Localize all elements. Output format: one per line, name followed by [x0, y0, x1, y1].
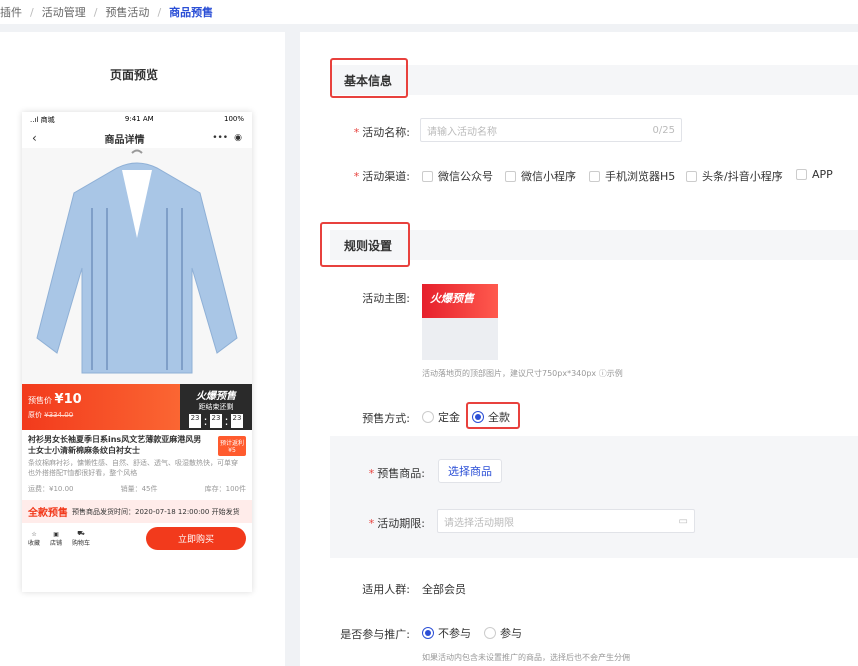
- breadcrumb-current: 商品预售: [169, 6, 214, 19]
- period-placeholder: 请选择活动期限: [444, 517, 514, 529]
- rebate-tag: 预计返利 ¥5: [217, 436, 246, 456]
- image-example-link[interactable]: 示例: [607, 369, 623, 378]
- breadcrumb: 插件 / 活动管理 / 预售活动 / 商品预售: [0, 0, 858, 24]
- product-info: 衬衫男女长袖夏季日系ins风文艺薄款亚麻港风男士女士小清新棉麻条纹白衬女士 条纹…: [22, 430, 252, 482]
- close-target-icon: ◉: [234, 133, 242, 143]
- breadcrumb-item[interactable]: 预售活动: [105, 4, 149, 20]
- rebate-label: 预计返利: [219, 440, 244, 447]
- bottom-bar: ☆ 收藏 ▣ 店铺 ⛟ 购物车 立即购买: [22, 523, 252, 554]
- period-date-picker[interactable]: 请选择活动期限 ▭: [437, 509, 695, 533]
- star-icon: ☆: [31, 530, 37, 538]
- promo-no-radio[interactable]: 不参与: [422, 625, 471, 641]
- channel-h5[interactable]: 手机浏览器H5: [589, 168, 675, 184]
- store-icon: ▣: [53, 530, 59, 538]
- nav-title: 商品详情: [104, 134, 145, 146]
- shipping: 运费：¥10.00: [28, 485, 74, 493]
- favorite-label: 收藏: [28, 539, 41, 547]
- image-banner: 火爆预售: [422, 284, 498, 318]
- countdown-seconds: 23: [230, 414, 244, 428]
- battery: 100%: [223, 115, 244, 123]
- buy-now-button[interactable]: 立即购买: [145, 527, 246, 550]
- rebate-value: ¥5: [228, 447, 236, 454]
- goods-label: * 预售商品:: [368, 467, 425, 480]
- audience-label: 适用人群:: [362, 583, 410, 596]
- store-label: 店铺: [50, 539, 63, 547]
- cart-label: 购物车: [72, 540, 91, 547]
- product-name: 衬衫男女长袖夏季日系ins风文艺薄款亚麻港风男士女士小清新棉麻条纹白衬女士: [28, 435, 202, 455]
- shirt-image: [36, 149, 238, 374]
- image-hint: 活动落地页的顶部图片，建议尺寸750px*340px ⓘ示例: [422, 369, 623, 378]
- channel-wechat-mp[interactable]: 微信公众号: [422, 168, 493, 184]
- period-label: * 活动期限:: [368, 517, 425, 530]
- product-image: [22, 148, 252, 384]
- orig-price: ¥334.00: [44, 411, 74, 419]
- hot-presale-badge: 火爆预售 距结束还剩 23: 23: 23: [180, 384, 252, 430]
- capsule-menu: ••• ◉: [212, 133, 242, 143]
- sales: 销量：45件: [120, 485, 158, 493]
- carrier: ..ıl 商城: [30, 116, 55, 124]
- breadcrumb-item[interactable]: 活动管理: [42, 4, 86, 20]
- presale-price: ¥10: [54, 392, 82, 407]
- name-placeholder: 请输入活动名称: [427, 126, 497, 138]
- breadcrumb-item[interactable]: 插件: [0, 4, 22, 20]
- status-bar: ..ıl 商城 9:41 AM 100%: [22, 112, 252, 128]
- orig-price-label: 原价: [28, 411, 42, 419]
- promo-yes-radio[interactable]: 参与: [484, 625, 522, 641]
- mode-label: 预售方式:: [362, 412, 410, 425]
- product-stats: 运费：¥10.00 销量：45件 库存：100件: [22, 482, 252, 496]
- basic-section-header: 基本信息: [330, 65, 858, 95]
- audience-value: 全部会员: [422, 583, 466, 596]
- highlight-box: [330, 58, 408, 98]
- promo-label: 是否参与推广:: [340, 628, 410, 641]
- preview-title: 页面预览: [110, 68, 159, 82]
- select-goods-button[interactable]: 选择商品: [438, 459, 502, 483]
- price-bar: 预售价 ¥10 原价 ¥334.00 火爆预售 距结束还剩 23: 23: 23: [22, 384, 252, 430]
- channel-app[interactable]: APP: [796, 168, 833, 181]
- presale-badge: 全款预售: [28, 508, 68, 519]
- badge-sub: 距结束还剩: [198, 403, 234, 411]
- highlight-box: [320, 222, 410, 267]
- stock: 库存：100件: [204, 485, 246, 493]
- help-icon: ⓘ: [598, 369, 607, 378]
- promo-hint: 如果活动内包含未设置推广的商品，选择后也不会产生分佣: [422, 653, 630, 662]
- badge-title: 火爆预售: [196, 391, 236, 402]
- more-icon: •••: [212, 133, 229, 143]
- mode-deposit-radio[interactable]: 定金: [422, 409, 460, 425]
- highlight-box: [466, 402, 520, 429]
- presale-ship-time: 预售商品发货时间：2020-07-18 12:00:00 开始发货: [72, 507, 240, 516]
- product-desc: 条纹棉麻衬衫，慵懒性感、自然、舒适、透气、吸湿散热快，可单穿也外搭搭配T恤都很好…: [28, 459, 238, 477]
- cart-button[interactable]: ⛟ 购物车: [72, 530, 90, 547]
- favorite-button[interactable]: ☆ 收藏: [28, 531, 40, 547]
- activity-name-input[interactable]: 请输入活动名称 0/25: [420, 118, 682, 142]
- countdown-hours: 23: [188, 414, 202, 428]
- phone-preview: ..ıl 商城 9:41 AM 100% ‹ 商品详情 ••• ◉ 预售价 ¥10…: [22, 112, 252, 592]
- store-button[interactable]: ▣ 店铺: [50, 531, 62, 547]
- channel-label: * 活动渠道:: [353, 170, 410, 183]
- image-label: 活动主图:: [362, 292, 410, 305]
- name-char-count: 0/25: [652, 124, 675, 136]
- preview-panel: 页面预览 ..ıl 商城 9:41 AM 100% ‹ 商品详情 ••• ◉ 预…: [0, 32, 285, 666]
- phone-navbar: ‹ 商品详情 ••• ◉: [22, 128, 252, 148]
- clock: 9:41 AM: [124, 115, 154, 123]
- channel-wechat-miniapp[interactable]: 微信小程序: [505, 168, 576, 184]
- cart-icon: ⛟: [77, 530, 85, 537]
- calendar-icon: ▭: [678, 515, 688, 527]
- countdown-minutes: 23: [209, 414, 223, 428]
- presale-strip: 全款预售 预售商品发货时间：2020-07-18 12:00:00 开始发货: [22, 500, 252, 523]
- back-icon: ‹: [32, 131, 37, 145]
- countdown: 23: 23: 23: [188, 414, 244, 428]
- name-label: * 活动名称:: [353, 126, 410, 139]
- main-image-upload[interactable]: 火爆预售: [422, 284, 498, 360]
- presale-price-label: 预售价: [28, 396, 52, 405]
- goods-config-panel: [330, 436, 858, 558]
- channel-douyin[interactable]: 头条/抖音小程序: [686, 168, 783, 184]
